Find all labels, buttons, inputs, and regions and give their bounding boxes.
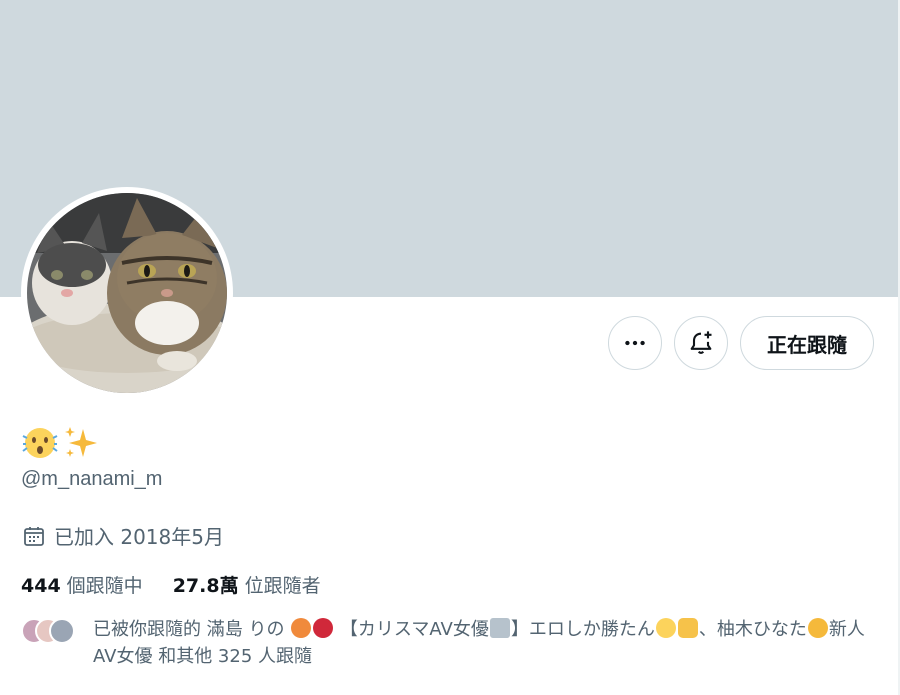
face-with-open-mouth-emoji-icon — [22, 428, 58, 458]
profile-avatar[interactable] — [21, 187, 233, 399]
followers-count: 27.8萬 — [172, 575, 239, 597]
mutual-text-part: 、柚木ひなた — [698, 619, 807, 640]
no-under-18-emoji-icon — [313, 618, 334, 638]
followers-stat-link[interactable]: 27.8萬 位跟隨者 — [173, 571, 321, 598]
blossom-emoji-icon — [807, 618, 828, 638]
mutual-followers-text: 已被你跟隨的 滿島 りの 【カリスマAV女優 】エロしか勝たん 、柚木ひなた 新人AV… — [93, 616, 883, 670]
musical-notes-emoji-icon — [489, 618, 510, 638]
join-date-label: 已加入 2018年5月 — [54, 525, 224, 549]
calendar-icon — [24, 526, 44, 546]
following-label: 個跟隨中 — [66, 575, 143, 597]
pleading-face-emoji-icon — [655, 618, 676, 638]
following-stat-link[interactable]: 444 個跟隨中 — [21, 571, 143, 598]
bell-plus-icon — [690, 331, 712, 354]
following-button[interactable]: 正在跟隨 — [740, 316, 874, 370]
notifications-button[interactable] — [674, 316, 728, 370]
avatar-cats-image — [27, 193, 227, 393]
mutual-text-part: 【カリスマAV女優 — [339, 619, 489, 640]
mutual-text-part: 】エロしか勝たん — [510, 619, 655, 640]
avatar — [49, 618, 75, 644]
display-name — [21, 424, 99, 462]
mutual-avatars — [21, 618, 81, 646]
mutual-text-part: 已被你跟隨的 滿島 りの — [93, 619, 285, 640]
ellipsis-icon — [625, 340, 645, 346]
profile-handle: @m_nanami_m — [21, 468, 163, 490]
fist-emoji-icon — [677, 618, 698, 638]
sparkles-emoji-icon — [65, 427, 97, 457]
join-date: 已加入 2018年5月 — [22, 521, 224, 550]
more-options-button[interactable] — [608, 316, 662, 370]
followers-label: 位跟隨者 — [244, 575, 321, 597]
fox-emoji-icon — [291, 618, 312, 638]
following-count: 444 — [21, 575, 61, 597]
